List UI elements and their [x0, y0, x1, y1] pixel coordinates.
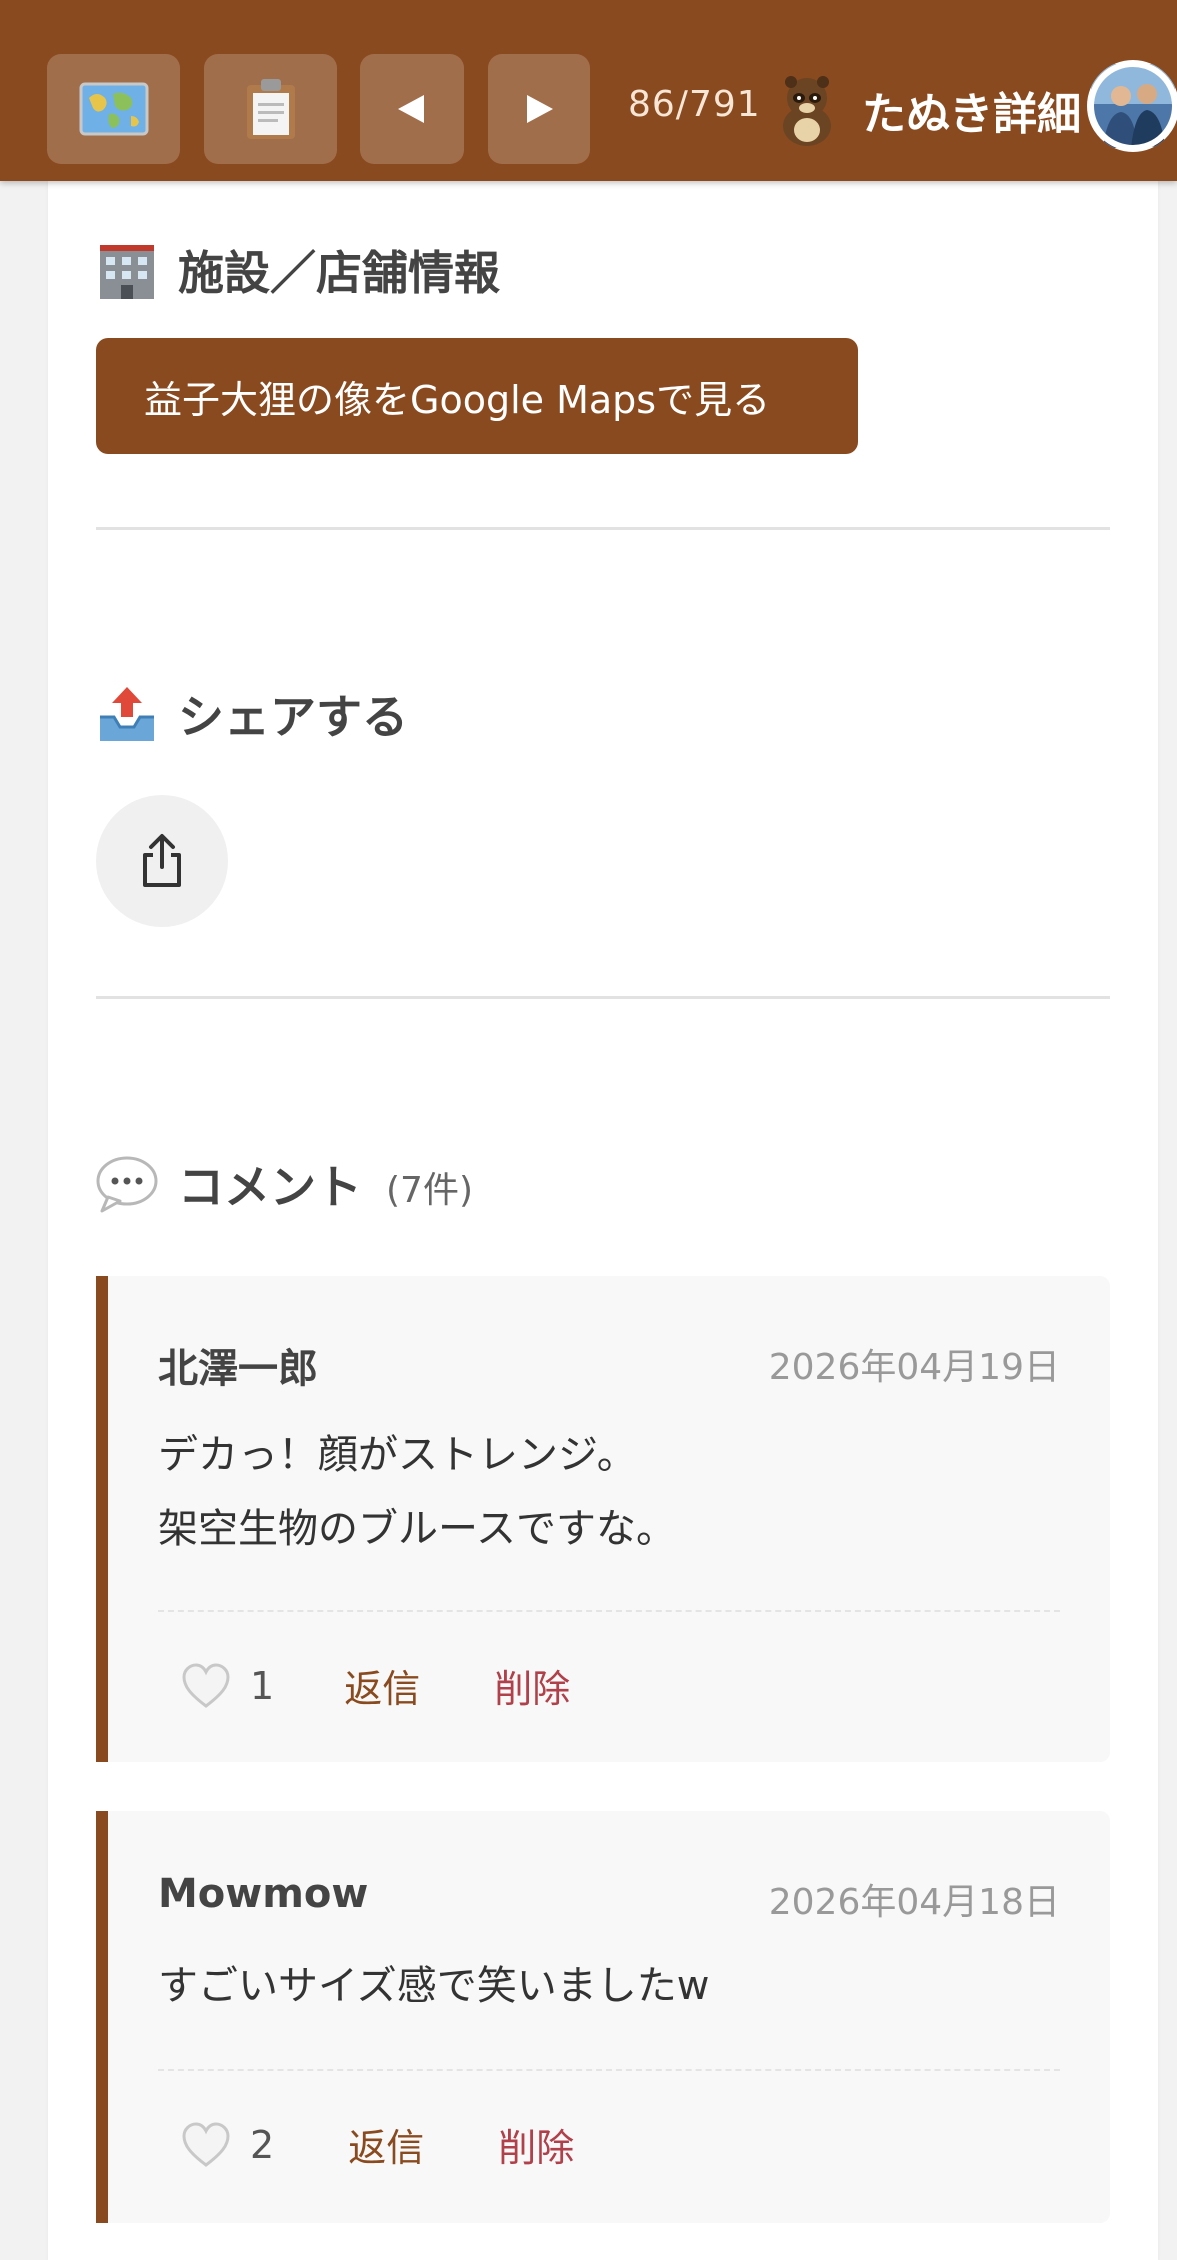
- divider: [96, 996, 1110, 999]
- comment-item: 北澤一郎 2026年04月19日 デカっ！顔がストレンジ。 架空生物のブルースで…: [96, 1276, 1110, 1762]
- comment-line: デカっ！顔がストレンジ。: [158, 1432, 637, 1478]
- content-card: 施設／店舗情報 益子大狸の像をGoogle Mapsで見る シェアする コメント…: [48, 181, 1158, 2260]
- share-section-title: シェアする: [96, 681, 408, 747]
- triangle-right-icon: [527, 95, 553, 123]
- page-title: たぬき詳細: [862, 89, 1082, 140]
- facility-title: 施設／店舗情報: [178, 246, 500, 300]
- like-button[interactable]: 1: [180, 1662, 274, 1710]
- top-header: 86/791 たぬき詳細: [0, 0, 1177, 181]
- google-maps-button-label: 益子大狸の像をGoogle Mapsで見る: [144, 377, 771, 422]
- comment-author: 北澤一郎: [158, 1346, 318, 1392]
- white-heart-icon: [182, 1662, 230, 1708]
- white-heart-icon: [182, 2121, 230, 2167]
- triangle-left-icon: [398, 95, 424, 123]
- delete-button[interactable]: 削除: [494, 1658, 570, 1713]
- like-button[interactable]: 2: [180, 2121, 274, 2169]
- list-button[interactable]: [204, 54, 337, 164]
- share-button[interactable]: [96, 795, 228, 927]
- reply-button[interactable]: 返信: [344, 1658, 420, 1713]
- outbox-tray-icon: [96, 683, 158, 745]
- comment-line: 架空生物のブルースですな。: [158, 1506, 676, 1552]
- office-building-icon: [96, 239, 158, 301]
- comment-separator: [158, 1610, 1060, 1612]
- like-count: 2: [250, 2122, 275, 2167]
- divider: [96, 527, 1110, 530]
- map-icon: [79, 82, 148, 136]
- comment-actions: 2 返信 削除: [180, 2117, 574, 2172]
- comment-date: 2026年04月19日: [768, 1347, 1060, 1388]
- share-icon: [143, 834, 181, 887]
- clipboard-icon: [246, 79, 295, 139]
- facility-section-title: 施設／店舗情報: [96, 237, 500, 303]
- comment-date: 2026年04月18日: [768, 1882, 1060, 1923]
- delete-button[interactable]: 削除: [498, 2117, 574, 2172]
- google-maps-button[interactable]: 益子大狸の像をGoogle Mapsで見る: [96, 338, 858, 454]
- next-button[interactable]: [488, 54, 590, 164]
- map-button[interactable]: [47, 54, 180, 164]
- comment-author: Mowmow: [158, 1871, 369, 1917]
- comment-actions: 1 返信 削除: [180, 1658, 570, 1713]
- page-counter: 86/791: [628, 84, 761, 125]
- reply-button[interactable]: 返信: [348, 2117, 424, 2172]
- comments-section-title: コメント (7件): [96, 1151, 473, 1217]
- tanuki-icon: [783, 76, 831, 146]
- previous-button[interactable]: [360, 54, 464, 164]
- comments-count: (7件): [386, 1170, 473, 1211]
- comment-item: Mowmow 2026年04月18日 すごいサイズ感で笑いましたw 2 返信 削…: [96, 1811, 1110, 2223]
- avatar[interactable]: [1087, 60, 1177, 152]
- avatar-photo: [1088, 61, 1177, 151]
- comment-line: すごいサイズ感で笑いましたw: [158, 1963, 710, 2009]
- comments-title: コメント: [178, 1160, 362, 1214]
- comment-body: すごいサイズ感で笑いましたw: [158, 1949, 710, 2023]
- comment-body: デカっ！顔がストレンジ。 架空生物のブルースですな。: [158, 1418, 676, 1566]
- comment-separator: [158, 2069, 1060, 2071]
- share-title: シェアする: [178, 690, 408, 744]
- like-count: 1: [250, 1663, 275, 1708]
- speech-bubble-icon: [96, 1153, 158, 1215]
